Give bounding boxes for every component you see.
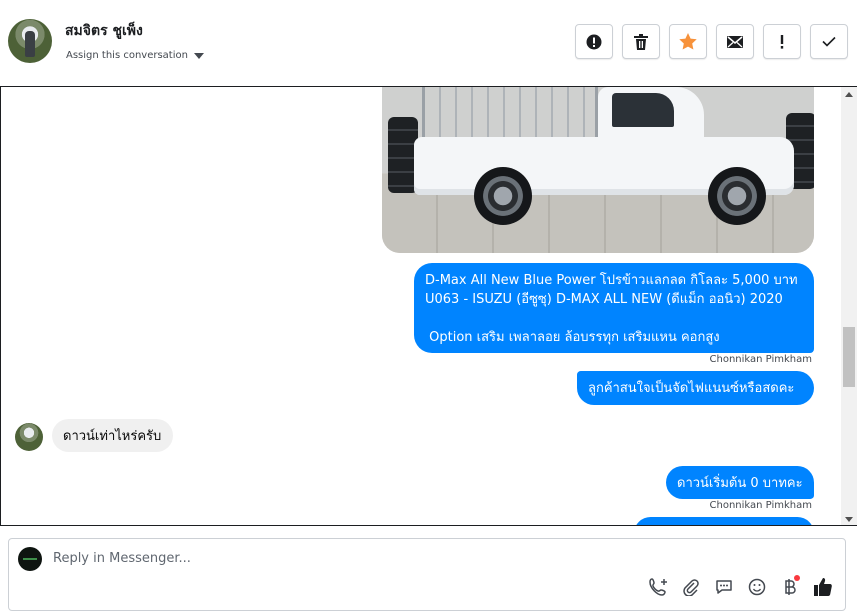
exclamation-icon (780, 34, 784, 49)
incoming-message[interactable]: ดาวน์เท่าไหร่ครับ (52, 419, 173, 452)
thread-scrollbar[interactable] (841, 87, 857, 525)
message-text: ลูกค้าสนใจเป็นจัดไฟแนนซ์หรือสดคะ (588, 381, 795, 396)
like-button[interactable] (811, 575, 835, 599)
reply-input[interactable] (53, 551, 653, 566)
truck-rack (422, 87, 598, 139)
scroll-down-arrow-icon[interactable] (845, 517, 853, 522)
page-avatar (18, 547, 42, 571)
star-button[interactable] (669, 24, 707, 59)
phone-plus-icon (649, 578, 667, 596)
emoji-button[interactable] (745, 575, 769, 599)
conversation-toolbar (575, 24, 848, 59)
message-text: ดาวน์เท่าไหร่ครับ (63, 429, 162, 444)
saved-reply-icon (716, 580, 732, 594)
outgoing-message-partial[interactable] (634, 517, 814, 525)
message-thread[interactable]: D-Max All New Blue Power โปรข้าวแลกลด กิ… (0, 86, 857, 526)
email-button[interactable] (716, 24, 754, 59)
conversation-header: สมจิตร ชูเพ็ง Assign this conversation (0, 0, 857, 86)
reply-composer (8, 538, 846, 611)
payment-button[interactable] (778, 575, 802, 599)
sender-name: Chonnikan Pimkham (709, 500, 812, 511)
envelope-icon (727, 35, 743, 48)
outgoing-message[interactable]: ลูกค้าสนใจเป็นจัดไฟแนนซ์หรือสดคะ (577, 371, 814, 405)
saved-replies-button[interactable] (712, 575, 736, 599)
contact-name[interactable]: สมจิตร ชูเพ็ง (65, 20, 143, 42)
attach-button[interactable] (679, 575, 703, 599)
chevron-down-icon (193, 52, 204, 59)
thumbs-up-icon (814, 578, 832, 596)
composer-tools (646, 575, 835, 599)
mark-done-button[interactable] (810, 24, 848, 59)
call-button[interactable] (646, 575, 670, 599)
trash-icon (634, 33, 648, 50)
message-text: ดาวน์เริ่มต้น 0 บาทคะ (677, 476, 803, 491)
alert-circle-icon (586, 34, 602, 49)
paperclip-icon (683, 579, 699, 596)
message-text: D-Max All New Blue Power โปรข้าวแลกลด กิ… (425, 273, 798, 345)
outgoing-message[interactable]: D-Max All New Blue Power โปรข้าวแลกลด กิ… (414, 263, 814, 353)
emoji-icon (748, 578, 766, 596)
contact-avatar-small[interactable] (15, 423, 43, 451)
truck-window (612, 93, 674, 127)
scroll-thumb[interactable] (843, 327, 855, 387)
truck-wheel (474, 167, 532, 225)
assign-label: Assign this conversation (66, 50, 188, 61)
scroll-up-arrow-icon[interactable] (845, 92, 853, 97)
truck-wheel (708, 167, 766, 225)
mark-spam-button[interactable] (575, 24, 613, 59)
notification-dot (794, 575, 800, 581)
contact-avatar[interactable] (8, 19, 52, 63)
sender-name: Chonnikan Pimkham (709, 354, 812, 365)
delete-button[interactable] (622, 24, 660, 59)
mark-important-button[interactable] (763, 24, 801, 59)
check-icon (822, 36, 836, 47)
message-image[interactable] (382, 87, 814, 253)
star-icon (679, 33, 697, 50)
outgoing-message[interactable]: ดาวน์เริ่มต้น 0 บาทคะ (666, 466, 814, 499)
assign-conversation-dropdown[interactable]: Assign this conversation (66, 50, 204, 61)
